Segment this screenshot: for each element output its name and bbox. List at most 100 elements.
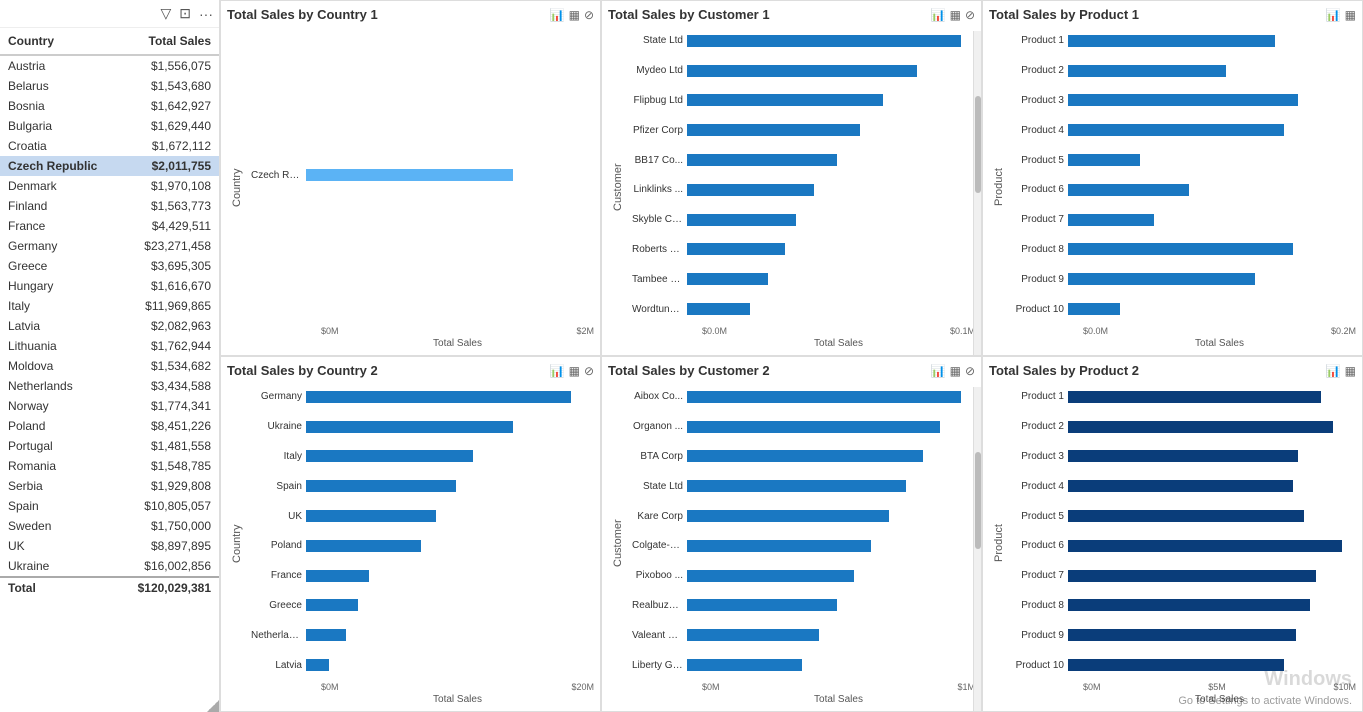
bar-label: Germany: [251, 391, 306, 402]
table-row: Serbia $1,929,808: [0, 476, 219, 496]
bars-container-country2: GermanyUkraineItalySpainUKPolandFranceGr…: [247, 382, 594, 680]
bar: [687, 124, 860, 136]
bar-label: State Ltd: [632, 35, 687, 46]
bar-label: Tambee C...: [632, 274, 687, 285]
table-row: Czech Republic $2,011,755: [0, 156, 219, 176]
sales-cell: $1,970,108: [118, 176, 219, 196]
bar-container: [1068, 599, 1356, 611]
country-cell: Denmark: [0, 176, 118, 196]
sales-cell: $1,762,944: [118, 336, 219, 356]
country-cell: Romania: [0, 456, 118, 476]
table-row: UK $8,897,895: [0, 536, 219, 556]
table-row: France $4,429,511: [0, 216, 219, 236]
bar-container: [1068, 214, 1356, 226]
bar-container: [1068, 94, 1356, 106]
bar-chart-icon[interactable]: 📊: [550, 8, 565, 22]
panel-resizer[interactable]: [207, 700, 219, 712]
bar-container: [306, 659, 594, 671]
chart-icon-2[interactable]: ▦: [950, 8, 961, 22]
country-cell: Greece: [0, 256, 118, 276]
chart-country-1-xaxis-ticks: $0M $2M: [321, 324, 594, 336]
bar-container: [1068, 243, 1356, 255]
chart-product-1-content: Product 1Product 2Product 3Product 4Prod…: [1009, 26, 1356, 349]
table-row: Sweden $1,750,000: [0, 516, 219, 536]
bar-label: Flipbug Ltd: [632, 95, 687, 106]
table-row: Ukraine $16,002,856: [0, 556, 219, 577]
bars-container-country1: Czech Re...: [247, 26, 594, 324]
bar-container: [306, 629, 594, 641]
chart-country-2-area: Country GermanyUkraineItalySpainUKPoland…: [227, 382, 594, 705]
bar-container: [687, 35, 975, 47]
bar: [306, 450, 473, 462]
chart-product-1-yaxis: Product: [989, 26, 1009, 349]
chart-prod2-icon-1[interactable]: 📊: [1326, 364, 1341, 378]
country-cell: Sweden: [0, 516, 118, 536]
chart-c2-icon-1[interactable]: 📊: [550, 364, 565, 378]
chart-cust2-icon-2[interactable]: ▦: [950, 364, 961, 378]
chart-product-icon-1[interactable]: 📊: [1326, 8, 1341, 22]
bar-label: Product 4: [1013, 481, 1068, 492]
bar-label: BB17 Co...: [632, 155, 687, 166]
bar-row: Product 1: [1013, 33, 1356, 49]
bar-label: Italy: [251, 451, 306, 462]
bar-container: [687, 540, 975, 552]
bar: [687, 154, 837, 166]
bar-container: [687, 421, 975, 433]
country-cell: Bosnia: [0, 96, 118, 116]
chart-prod2-icon-2[interactable]: ▦: [1345, 364, 1356, 378]
bar: [687, 421, 940, 433]
sales-cell: $1,534,682: [118, 356, 219, 376]
chart-cust2-icon-3[interactable]: ⊘: [965, 364, 975, 378]
bar-container: [687, 659, 975, 671]
table-row: Poland $8,451,226: [0, 416, 219, 436]
bar-label: Product 7: [1013, 570, 1068, 581]
scrollbar-customer2[interactable]: [973, 387, 981, 711]
scrollbar-customer1[interactable]: [973, 31, 981, 355]
bar: [1068, 154, 1140, 166]
chart-country-1-yaxis: Country: [227, 26, 247, 349]
bar-label: Realbuzz ...: [632, 600, 687, 611]
block-icon[interactable]: ⊘: [584, 8, 594, 22]
bar-row: Pfizer Corp: [632, 122, 975, 138]
bar-label: Pfizer Corp: [632, 125, 687, 136]
sales-cell: $1,672,112: [118, 136, 219, 156]
bar-chart-alt-icon[interactable]: ▦: [569, 8, 580, 22]
table-row: Moldova $1,534,682: [0, 356, 219, 376]
chart-customer-2-icons: 📊 ▦ ⊘: [931, 364, 975, 378]
bar: [687, 391, 961, 403]
country-cell: Austria: [0, 55, 118, 76]
bar-container: [1068, 480, 1356, 492]
chart-cust2-icon-1[interactable]: 📊: [931, 364, 946, 378]
expand-icon[interactable]: ⊡: [179, 5, 191, 22]
bar-label: Product 3: [1013, 95, 1068, 106]
bar-label: Roberts C...: [632, 244, 687, 255]
chart-product-icon-2[interactable]: ▦: [1345, 8, 1356, 22]
bar-label: Pixoboo ...: [632, 570, 687, 581]
bar-row: State Ltd: [632, 33, 975, 49]
chart-icon-3[interactable]: ⊘: [965, 8, 975, 22]
bar-container: [1068, 540, 1356, 552]
bar-row: Product 3: [1013, 448, 1356, 464]
bar-label: Product 2: [1013, 421, 1068, 432]
bar: [1068, 273, 1255, 285]
chart-country-1-area: Country Czech Re... $0M $2M: [227, 26, 594, 349]
bar-container: [687, 510, 975, 522]
filter-icon[interactable]: ▽: [160, 5, 171, 22]
bar: [1068, 480, 1293, 492]
country-cell: Hungary: [0, 276, 118, 296]
chart-icon-1[interactable]: 📊: [931, 8, 946, 22]
chart-c2-icon-3[interactable]: ⊘: [584, 364, 594, 378]
bar-label: Wordtune...: [632, 304, 687, 315]
bar-container: [1068, 629, 1356, 641]
table-row: Portugal $1,481,558: [0, 436, 219, 456]
bar-row: Linklinks ...: [632, 182, 975, 198]
bar-row: Product 5: [1013, 508, 1356, 524]
bar-row: Germany: [251, 389, 594, 405]
more-icon[interactable]: ···: [199, 6, 213, 22]
chart-country-1-header: Total Sales by Country 1 📊 ▦ ⊘: [227, 7, 594, 22]
chart-c2-icon-2[interactable]: ▦: [569, 364, 580, 378]
country-cell: Belarus: [0, 76, 118, 96]
bar-container: [1068, 35, 1356, 47]
bar-row: Realbuzz ...: [632, 597, 975, 613]
bar-container: [687, 629, 975, 641]
